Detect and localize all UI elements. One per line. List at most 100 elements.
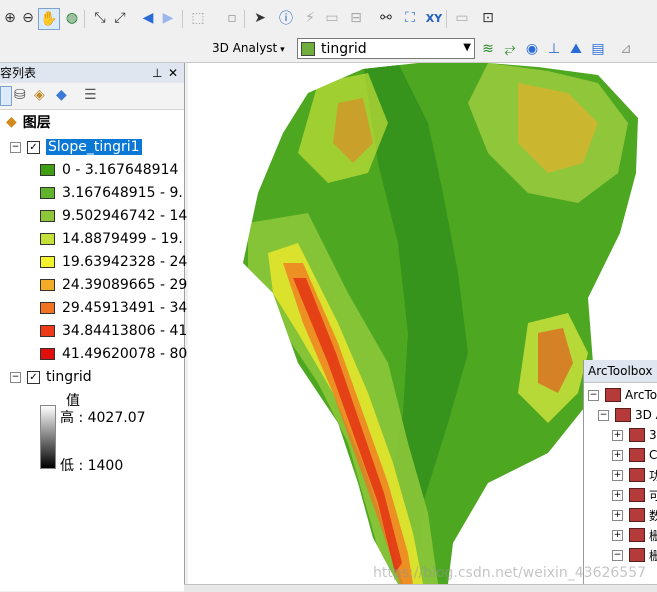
zoom-in-icon[interactable]: ⊕ [0,8,20,28]
list-by-drawing-order-icon[interactable] [0,86,12,106]
legend-swatch[interactable] [40,256,55,268]
identify-icon[interactable]: ⓘ [276,8,296,28]
tin-layer-name[interactable]: tingrid [46,369,92,385]
toolset-label: 数 [649,507,657,524]
collapse-icon[interactable]: − [10,141,21,153]
tin-layer-row[interactable]: − ✓ tingrid [10,366,92,388]
legend-swatch[interactable] [40,279,55,291]
expand-icon[interactable]: − [612,549,623,561]
legend-class-row[interactable]: 19.63942328 - 24 [40,251,187,273]
list-by-source-icon[interactable]: ⛁ [14,87,26,103]
arctoolbox-root[interactable]: − ArcTool [588,385,657,405]
pan-hand-icon[interactable]: ✋ [38,8,60,30]
expand-icon[interactable]: + [612,529,623,541]
dropdown-arrow-icon: ▾ [277,45,285,55]
expand-icon[interactable]: + [612,429,623,441]
html-popup-icon[interactable]: ▭ [322,8,342,28]
collapse-icon[interactable]: − [598,409,609,421]
legend-class-label: 24.39089665 - 29 [62,277,188,293]
collapse-icon[interactable]: − [588,389,599,401]
3d-analyst-toolbox-label: 3D A [635,408,657,422]
legend-class-row[interactable]: 9.502946742 - 14 [40,205,187,227]
expand-icon[interactable]: + [612,469,623,481]
legend-class-row[interactable]: 29.45913491 - 34 [40,297,187,319]
select-elements-arrow-icon[interactable]: ➤ [250,8,270,28]
legend-class-row[interactable]: 0 - 3.167648914 [40,159,178,181]
layer-select[interactable]: tingrid ▼ [297,38,475,59]
layers-root[interactable]: ◆ 图层 [6,111,51,133]
toolset-label: 功 [649,467,657,484]
expand-icon[interactable]: + [612,449,623,461]
layer-visibility-checkbox[interactable]: ✓ [27,140,40,154]
toolset-item[interactable]: +3 [612,425,657,445]
expand-icon[interactable]: + [612,509,623,521]
list-by-selection-icon[interactable]: ◆ [56,87,67,103]
clear-selection-icon[interactable]: ▫ [222,8,242,28]
contour-icon[interactable]: ≋ [478,39,498,59]
interpolate-point-icon[interactable]: ⊥ [544,39,564,59]
back-extent-icon[interactable]: ◀ [138,8,158,28]
list-by-visibility-icon[interactable]: ◈ [34,87,45,103]
legend-swatch[interactable] [40,302,55,314]
toolset-item[interactable]: +栅 [612,525,657,545]
select-features-icon[interactable]: ⬚ [188,8,208,28]
3d-analyst-menu[interactable]: 3D Analyst ▾ [212,39,285,59]
legend-class-row[interactable]: 3.167648915 - 9. [40,182,183,204]
steepest-path-icon[interactable]: ⥂ [500,39,520,59]
zoom-out-icon[interactable]: ⊖ [18,8,38,28]
toolset-item[interactable]: +可 [612,485,657,505]
legend-class-row[interactable]: 41.49620078 - 80 [40,343,187,365]
toolset-item[interactable]: −栅 [612,545,657,565]
toolset-label: 3 [649,428,657,442]
measure-icon[interactable]: ⊟ [346,8,366,28]
legend-swatch[interactable] [40,325,55,337]
legend-class-row[interactable]: 34.84413806 - 41 [40,320,187,342]
toolset-item[interactable]: + C [612,445,657,465]
interpolate-line-icon[interactable]: ⛰ [566,39,586,59]
legend-swatch[interactable] [40,187,55,199]
toolset-item[interactable]: +功 [612,465,657,485]
tin-low-label: 低 : 1400 [60,458,124,474]
forward-extent-icon[interactable]: ▶ [158,8,178,28]
arctoolbox-root-label: ArcTool [625,388,657,402]
pin-icon[interactable]: ⊥ [152,63,162,83]
legend-swatch[interactable] [40,348,55,360]
viewer-window-icon[interactable]: ⊡ [478,8,498,28]
expand-icon[interactable]: + [612,489,623,501]
toc-title: 容列表 [0,66,37,80]
full-extent-globe-icon[interactable]: ◍ [62,8,82,28]
line-of-sight-icon[interactable]: ◉ [522,39,542,59]
3d-analyst-toolbox[interactable]: − 3D A [598,405,657,425]
time-slider-icon[interactable]: ▭ [452,8,472,28]
close-icon[interactable]: ✕ [168,63,178,83]
slope-layer-row[interactable]: − ✓ Slope_tingri1 [10,136,142,158]
slope-layer-name[interactable]: Slope_tingri1 [46,139,142,155]
layer-visibility-checkbox[interactable]: ✓ [27,370,40,384]
legend-swatch[interactable] [40,164,55,176]
legend-swatch[interactable] [40,210,55,222]
3d-analyst-toolbar: 3D Analyst ▾ tingrid ▼ ≋ ⥂ ◉ ⊥ ⛰ ▤ ⊿ [0,36,657,63]
find-binoculars-icon[interactable]: ⚯ [376,8,396,28]
fixed-zoom-in-icon[interactable]: ⤡ [90,8,110,28]
fixed-zoom-out-icon[interactable]: ⤢ [110,8,130,28]
arctoolbox-panel: ArcToolbox − ArcTool − 3D A +3+C+功+可+数+栅… [583,360,657,591]
options-icon[interactable]: ☰ [84,87,97,103]
legend-class-label: 34.84413806 - 41 [62,323,188,339]
interpolate-polygon-icon[interactable]: ▤ [588,39,608,59]
legend-class-row[interactable]: 24.39089665 - 29 [40,274,187,296]
standard-toolbar: ⊕ ⊖ ✋ ◍ ⤡ ⤢ ◀ ▶ ⬚ ▫ ➤ ⓘ ⚡ ▭ ⊟ ⚯ ⛶ XY ▭ ⊡ [0,0,657,37]
collapse-icon[interactable]: − [10,371,21,383]
legend-class-row[interactable]: 14.8879499 - 19. [40,228,183,250]
toc-title-bar: 容列表 ⊥ ✕ [0,63,184,83]
toolbar-separator [244,10,245,28]
toolbar-separator [84,10,85,28]
toolset-icon [629,468,645,482]
profile-graph-icon[interactable]: ⊿ [616,39,636,59]
toc-toolbar: ⛁ ◈ ◆ ☰ [0,83,184,110]
go-to-xy-icon[interactable]: XY [424,8,444,28]
hyperlink-icon[interactable]: ⚡ [300,8,320,28]
legend-swatch[interactable] [40,233,55,245]
layers-root-label: 图层 [22,115,51,131]
find-route-icon[interactable]: ⛶ [400,8,420,28]
toolset-item[interactable]: +数 [612,505,657,525]
